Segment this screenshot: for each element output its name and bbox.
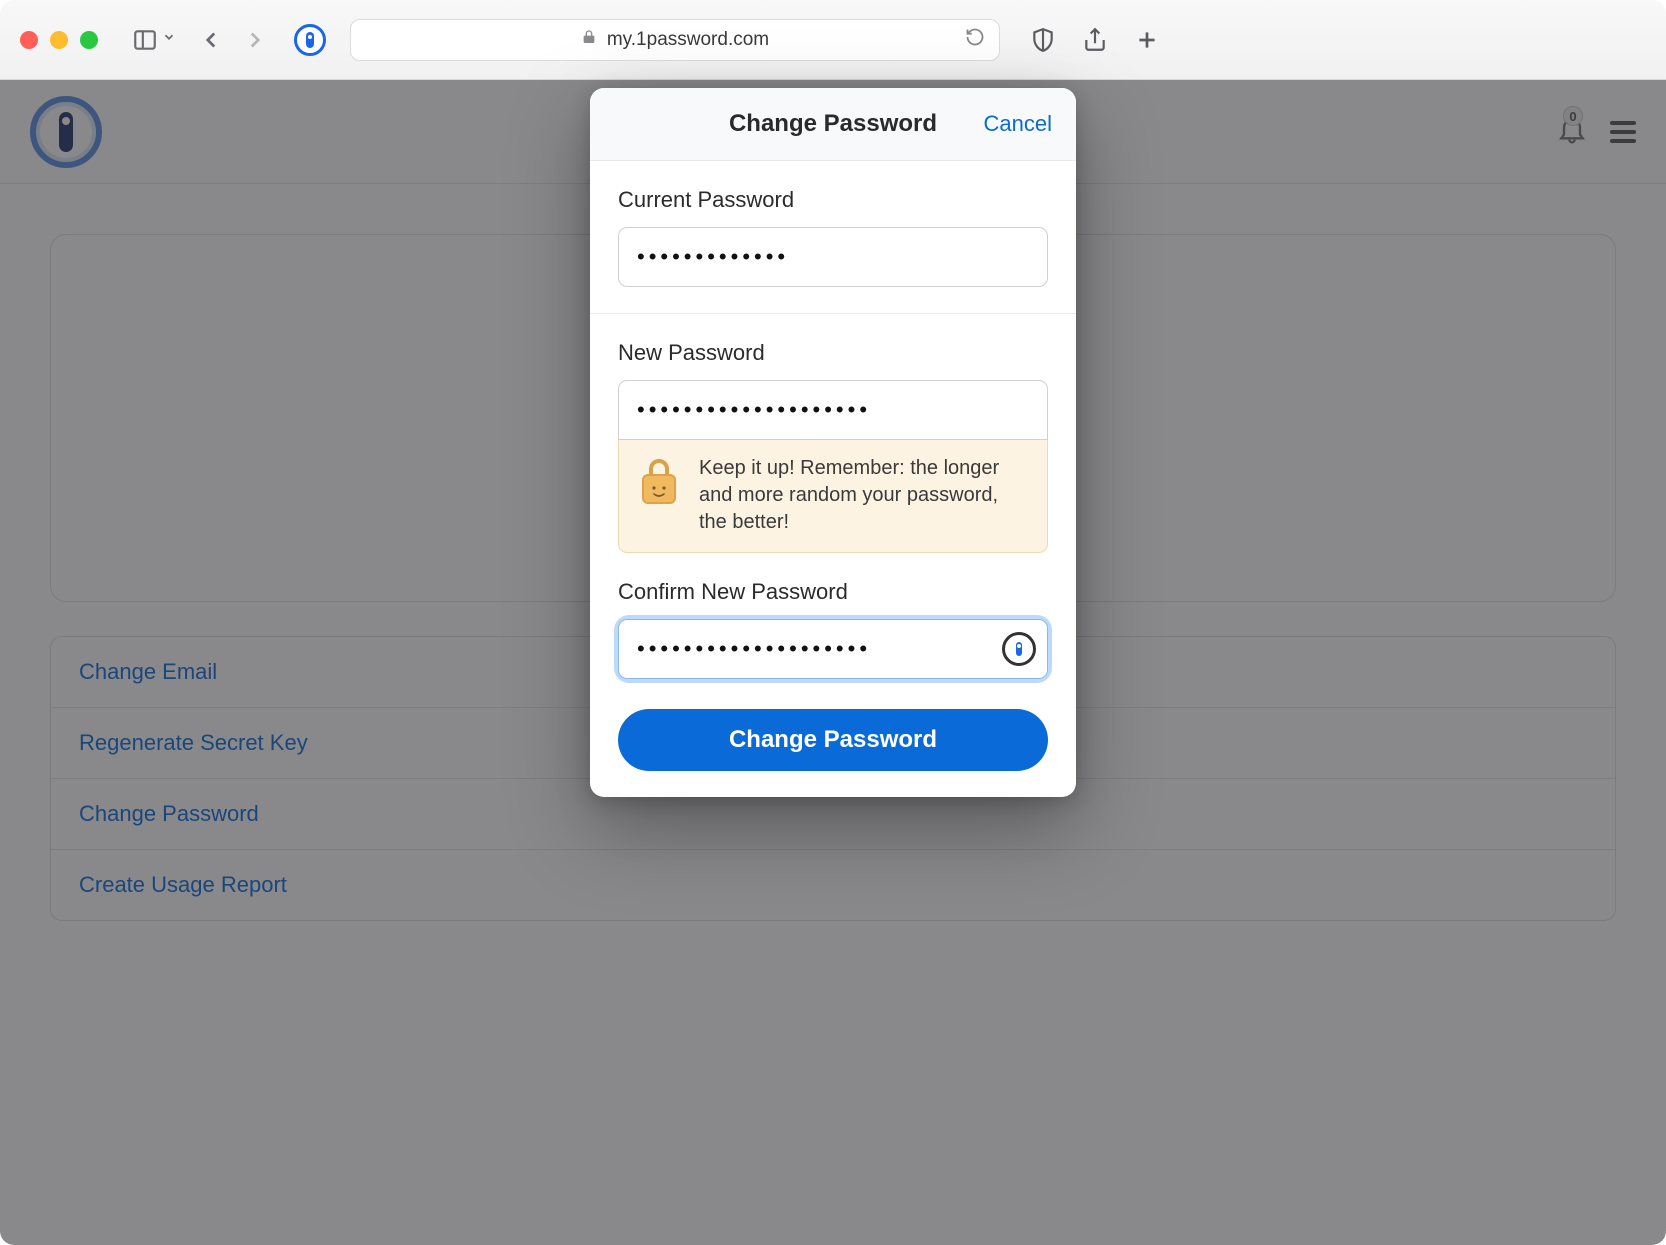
lock-icon bbox=[581, 28, 597, 52]
reload-button[interactable] bbox=[965, 27, 985, 53]
confirm-password-label: Confirm New Password bbox=[618, 579, 1048, 605]
change-password-modal: Change Password Cancel Current Password … bbox=[590, 88, 1076, 797]
new-password-input[interactable] bbox=[618, 380, 1048, 440]
new-password-label: New Password bbox=[618, 340, 1048, 366]
share-icon[interactable] bbox=[1080, 25, 1110, 55]
sidebar-toggle[interactable] bbox=[130, 25, 176, 55]
confirm-password-input[interactable] bbox=[618, 619, 1048, 679]
minimize-window-button[interactable] bbox=[50, 31, 68, 49]
fullscreen-window-button[interactable] bbox=[80, 31, 98, 49]
url-text: my.1password.com bbox=[607, 29, 769, 51]
change-password-submit-button[interactable]: Change Password bbox=[618, 709, 1048, 771]
chevron-down-icon bbox=[162, 30, 176, 49]
current-password-input[interactable] bbox=[618, 227, 1048, 287]
close-window-button[interactable] bbox=[20, 31, 38, 49]
padlock-icon bbox=[637, 455, 681, 507]
new-tab-button[interactable] bbox=[1132, 25, 1162, 55]
cancel-button[interactable]: Cancel bbox=[984, 111, 1052, 137]
current-password-label: Current Password bbox=[618, 187, 1048, 213]
forward-button[interactable] bbox=[240, 25, 270, 55]
browser-toolbar: my.1password.com bbox=[0, 0, 1666, 80]
hint-text: Keep it up! Remember: the longer and mor… bbox=[699, 455, 1029, 536]
modal-overlay[interactable]: Change Password Cancel Current Password … bbox=[0, 80, 1666, 1245]
password-strength-hint: Keep it up! Remember: the longer and mor… bbox=[618, 439, 1048, 553]
address-bar[interactable]: my.1password.com bbox=[350, 19, 1000, 61]
window-controls bbox=[20, 31, 98, 49]
onepassword-extension-icon[interactable] bbox=[294, 24, 326, 56]
back-button[interactable] bbox=[196, 25, 226, 55]
privacy-shield-icon[interactable] bbox=[1028, 25, 1058, 55]
modal-title: Change Password bbox=[729, 110, 937, 138]
onepassword-inline-icon[interactable] bbox=[1002, 632, 1036, 666]
